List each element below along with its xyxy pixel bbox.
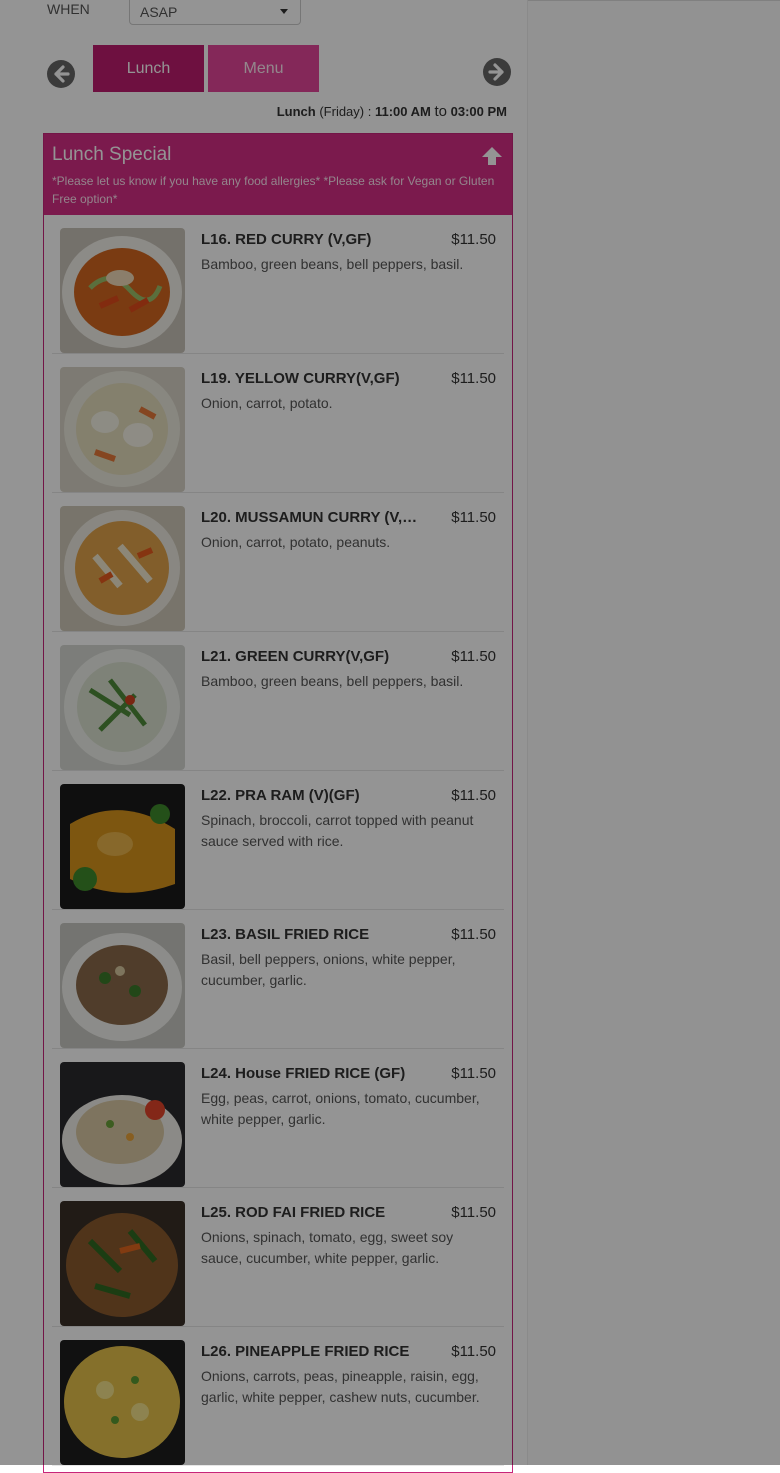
menu-item[interactable]: L25. ROD FAI FRIED RICE $11.50 Onions, s… [52, 1188, 504, 1327]
item-photo [60, 923, 185, 1048]
when-select-value: ASAP [140, 4, 178, 20]
item-photo [60, 367, 185, 492]
menu-item[interactable]: L16. RED CURRY (V,GF) $11.50 Bamboo, gre… [52, 215, 504, 354]
item-price: $11.50 [451, 509, 496, 526]
menu-item[interactable]: L26. PINEAPPLE FRIED RICE $11.50 Onions,… [52, 1327, 504, 1466]
item-description: Onion, carrot, potato, peanuts. [201, 534, 391, 550]
item-description: Bamboo, green beans, bell peppers, basil… [201, 673, 464, 689]
previous-arrow-icon[interactable] [47, 60, 75, 88]
item-photo [60, 784, 185, 909]
menu-item[interactable]: L24. House FRIED RICE (GF) $11.50 Egg, p… [52, 1049, 504, 1188]
item-photo [60, 506, 185, 631]
chevron-down-icon [280, 9, 288, 14]
item-list: L16. RED CURRY (V,GF) $11.50 Bamboo, gre… [52, 215, 504, 1466]
item-description: Onions, spinach, tomato, egg, sweet soy … [201, 1229, 454, 1266]
item-name: L25. ROD FAI FRIED RICE [201, 1204, 386, 1221]
menu-item[interactable]: L20. MUSSAMUN CURRY (V,GF) $11.50 Onion,… [52, 493, 504, 632]
next-arrow-icon[interactable] [483, 58, 511, 86]
menu-hours: Lunch (Friday) : 11:00 AM to 03:00 PM [277, 103, 507, 120]
item-name: L21. GREEN CURRY(V,GF) [201, 648, 390, 665]
item-price: $11.50 [451, 926, 496, 943]
item-name: L20. MUSSAMUN CURRY (V,GF) [201, 509, 421, 526]
hours-start: 11:00 AM [374, 104, 431, 119]
item-description: Spinach, broccoli, carrot topped with pe… [201, 812, 474, 849]
category-note: *Please let us know if you have any food… [52, 174, 495, 206]
category-lunch-special: Lunch Special *Please let us know if you… [43, 133, 513, 1473]
item-name: L24. House FRIED RICE (GF) [201, 1065, 406, 1082]
when-label: WHEN [47, 1, 90, 17]
arrow-up-icon[interactable] [480, 144, 504, 173]
hours-end: 03:00 PM [450, 104, 507, 119]
hours-to: to [434, 103, 447, 120]
item-price: $11.50 [451, 787, 496, 804]
category-header[interactable]: Lunch Special *Please let us know if you… [44, 134, 512, 215]
menu-item[interactable]: L22. PRA RAM (V)(GF) $11.50 Spinach, bro… [52, 771, 504, 910]
item-description: Egg, peas, carrot, onions, tomato, cucum… [201, 1090, 480, 1127]
item-price: $11.50 [451, 370, 496, 387]
item-price: $11.50 [451, 648, 496, 665]
item-name: L19. YELLOW CURRY(V,GF) [201, 370, 400, 387]
category-title: Lunch Special [52, 144, 172, 165]
menu-item[interactable]: L21. GREEN CURRY(V,GF) $11.50 Bamboo, gr… [52, 632, 504, 771]
item-price: $11.50 [451, 1204, 496, 1221]
item-photo [60, 228, 185, 353]
hours-menu-name: Lunch [276, 104, 316, 119]
item-name: L23. BASIL FRIED RICE [201, 926, 370, 943]
tab-lunch[interactable]: Lunch [93, 45, 204, 92]
when-row: WHEN ASAP [47, 0, 507, 30]
hours-day: (Friday) : [319, 104, 372, 119]
item-price: $11.50 [451, 231, 496, 248]
item-price: $11.50 [451, 1065, 496, 1082]
menu-item[interactable]: L19. YELLOW CURRY(V,GF) $11.50 Onion, ca… [52, 354, 504, 493]
when-select[interactable]: ASAP [129, 0, 301, 25]
tab-menu[interactable]: Menu [208, 45, 319, 92]
menu-nav: Lunch Menu [0, 45, 527, 95]
item-description: Basil, bell peppers, onions, white peppe… [201, 951, 456, 988]
item-description: Onions, carrots, peas, pineapple, raisin… [201, 1368, 480, 1405]
item-description: Bamboo, green beans, bell peppers, basil… [201, 256, 464, 272]
right-panel [527, 0, 780, 1465]
item-photo [60, 1062, 185, 1187]
item-name: L22. PRA RAM (V)(GF) [201, 787, 360, 804]
menu-item[interactable]: L23. BASIL FRIED RICE $11.50 Basil, bell… [52, 910, 504, 1049]
item-name: L26. PINEAPPLE FRIED RICE [201, 1343, 410, 1360]
item-photo [60, 1340, 185, 1465]
item-description: Onion, carrot, potato. [201, 395, 333, 411]
item-name: L16. RED CURRY (V,GF) [201, 231, 372, 248]
item-photo [60, 1201, 185, 1326]
item-photo [60, 645, 185, 770]
item-price: $11.50 [451, 1343, 496, 1360]
